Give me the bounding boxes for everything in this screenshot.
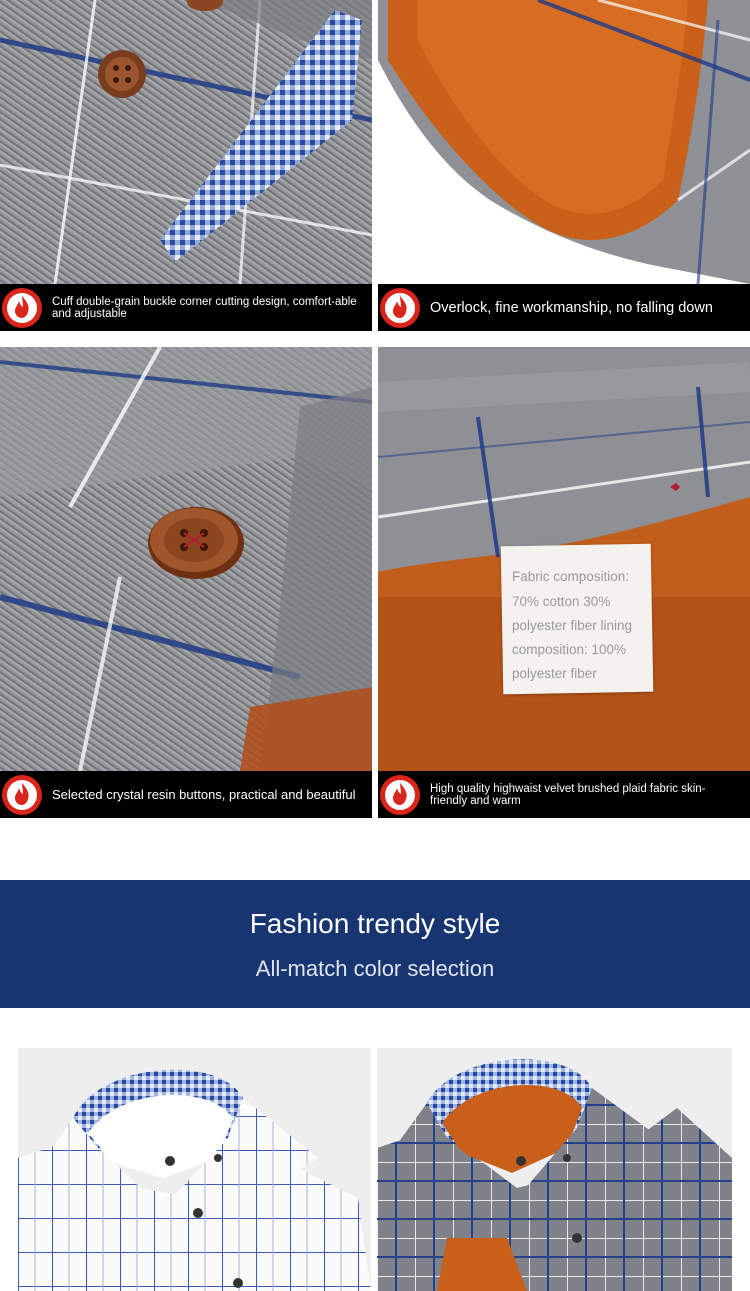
caption-bar-4: High quality highwaist velvet brushed pl…: [378, 771, 750, 818]
gray-shirt-photo: [377, 1048, 732, 1291]
caption-bar-3: Selected crystal resin buttons, practica…: [0, 771, 372, 818]
overlock-detail-photo: [378, 0, 750, 284]
style-banner: Fashion trendy style All-match color sel…: [0, 880, 750, 1008]
caption-text: Cuff double-grain buckle corner cutting …: [52, 295, 357, 320]
caption-text: Overlock, fine workmanship, no falling d…: [430, 299, 713, 316]
banner-subtitle: All-match color selection: [255, 956, 495, 981]
tag-line-3: polyester fiber lining: [512, 618, 633, 633]
fire-icon: [378, 773, 422, 817]
tag-line-5: polyester fiber: [512, 666, 597, 681]
caption-bar-2: Overlock, fine workmanship, no falling d…: [378, 284, 750, 331]
fire-icon: [0, 286, 44, 330]
white-shirt-photo: [18, 1048, 371, 1291]
fire-icon: [0, 773, 44, 817]
tag-line-4: composition: 100%: [512, 642, 627, 657]
caption-text: High quality highwaist velvet brushed pl…: [430, 782, 706, 807]
cuff-detail-photo: [0, 0, 372, 284]
caption-bar-1: Cuff double-grain buckle corner cutting …: [0, 284, 372, 331]
caption-text: Selected crystal resin buttons, practica…: [52, 786, 356, 802]
tag-line-1: Fabric composition:: [512, 569, 630, 584]
banner-title: Fashion trendy style: [249, 908, 501, 939]
fire-icon: [378, 286, 422, 330]
tag-line-2: 70% cotton 30%: [512, 594, 611, 609]
resin-button-photo: [0, 347, 372, 771]
